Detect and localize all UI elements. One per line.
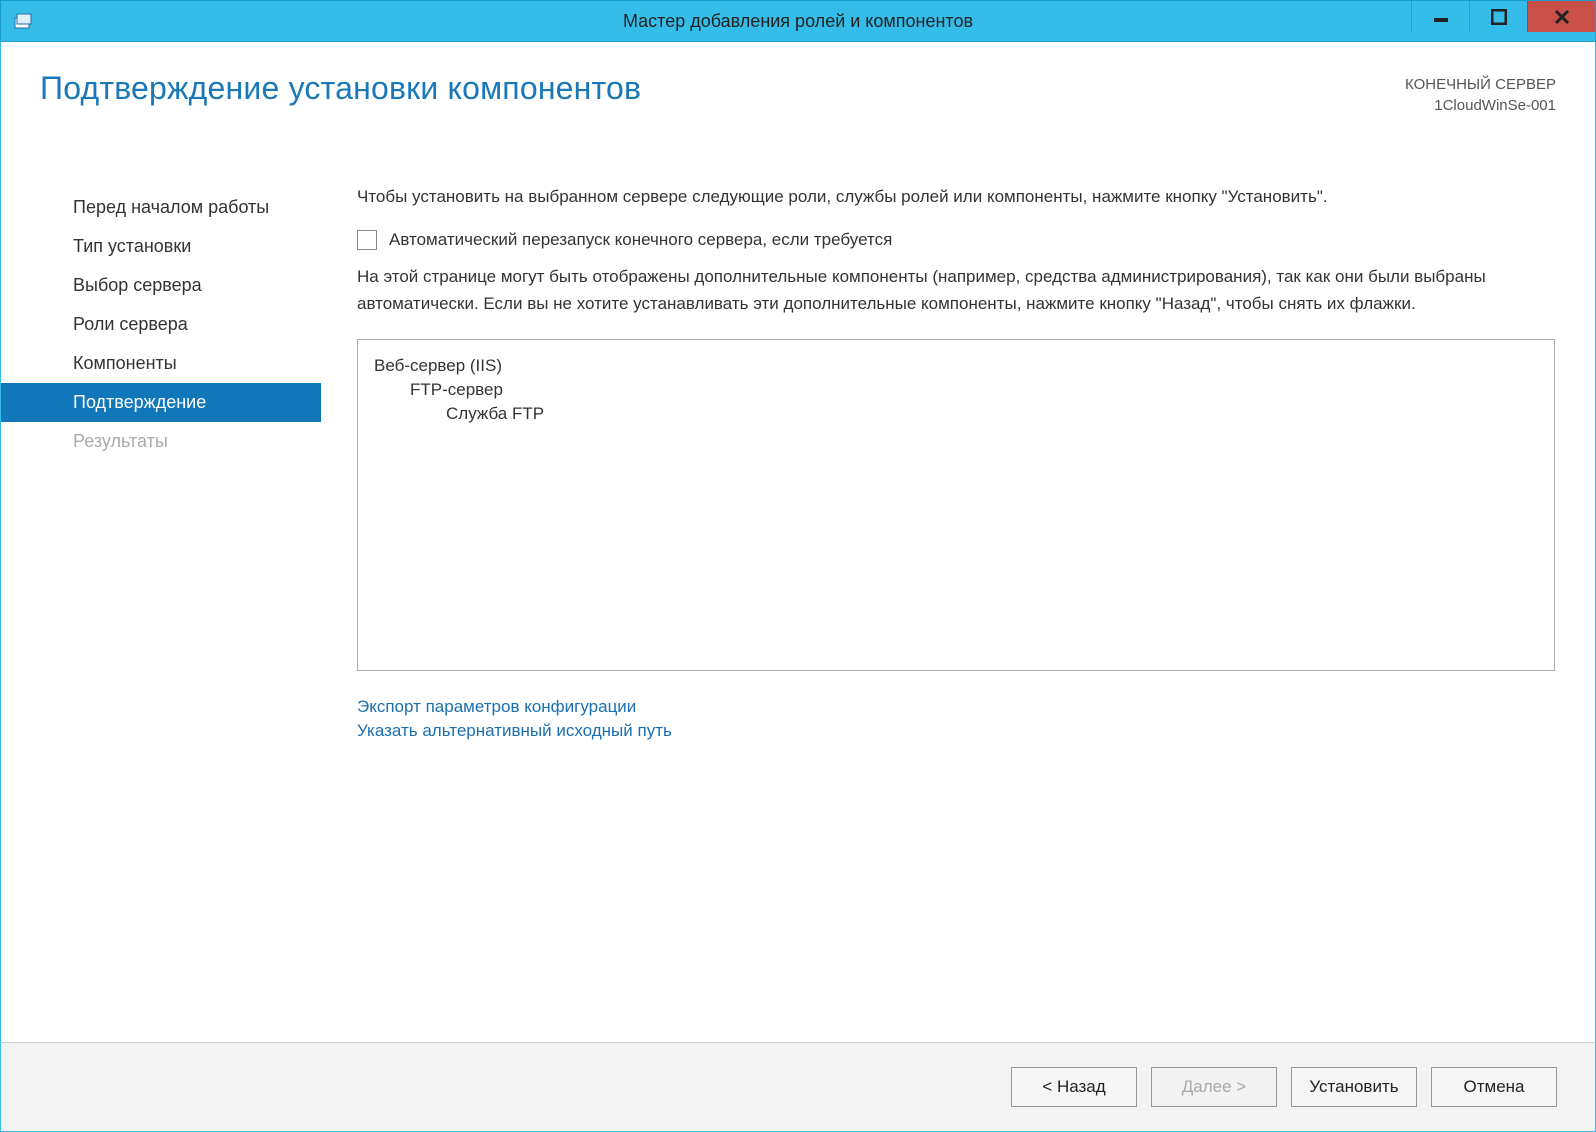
server-name: 1CloudWinSe-001 — [1405, 95, 1556, 116]
note-text: На этой странице могут быть отображены д… — [357, 264, 1555, 317]
feature-item: Веб-сервер (IIS) — [374, 354, 1538, 378]
footer: < Назад Далее > Установить Отмена — [0, 1042, 1596, 1132]
intro-text: Чтобы установить на выбранном сервере сл… — [357, 184, 1555, 210]
nav-before-begin[interactable]: Перед началом работы — [1, 188, 321, 227]
links-area: Экспорт параметров конфигурации Указать … — [357, 695, 1555, 743]
main-panel: Чтобы установить на выбранном сервере сл… — [321, 178, 1595, 1042]
header-area: Подтверждение установки компонентов КОНЕ… — [40, 70, 1556, 116]
cancel-button[interactable]: Отмена — [1431, 1067, 1557, 1107]
restart-checkbox[interactable] — [357, 230, 377, 250]
nav-install-type[interactable]: Тип установки — [1, 227, 321, 266]
next-button: Далее > — [1151, 1067, 1277, 1107]
feature-list[interactable]: Веб-сервер (IIS) FTP-сервер Служба FTP — [357, 339, 1555, 671]
window-title: Мастер добавления ролей и компонентов — [623, 11, 973, 32]
alt-source-link[interactable]: Указать альтернативный исходный путь — [357, 719, 1555, 743]
back-button[interactable]: < Назад — [1011, 1067, 1137, 1107]
sidebar: Перед началом работы Тип установки Выбор… — [1, 178, 321, 1042]
server-label: КОНЕЧНЫЙ СЕРВЕР — [1405, 74, 1556, 95]
nav-server-roles[interactable]: Роли сервера — [1, 305, 321, 344]
restart-checkbox-row: Автоматический перезапуск конечного серв… — [357, 230, 1555, 250]
window-buttons — [1411, 1, 1595, 41]
maximize-button[interactable] — [1469, 1, 1527, 32]
close-button[interactable] — [1527, 1, 1595, 32]
body-area: Перед началом работы Тип установки Выбор… — [1, 178, 1595, 1042]
feature-item: Служба FTP — [374, 402, 1538, 426]
export-config-link[interactable]: Экспорт параметров конфигурации — [357, 695, 1555, 719]
page-title: Подтверждение установки компонентов — [40, 70, 641, 107]
nav-server-select[interactable]: Выбор сервера — [1, 266, 321, 305]
server-info: КОНЕЧНЫЙ СЕРВЕР 1CloudWinSe-001 — [1405, 74, 1556, 116]
nav-confirmation[interactable]: Подтверждение — [1, 383, 321, 422]
nav-features[interactable]: Компоненты — [1, 344, 321, 383]
content-area: Подтверждение установки компонентов КОНЕ… — [0, 42, 1596, 1042]
nav-results: Результаты — [1, 422, 321, 461]
minimize-button[interactable] — [1411, 1, 1469, 32]
feature-item: FTP-сервер — [374, 378, 1538, 402]
install-button[interactable]: Установить — [1291, 1067, 1417, 1107]
titlebar: Мастер добавления ролей и компонентов — [0, 0, 1596, 42]
app-icon — [9, 10, 37, 32]
restart-checkbox-label: Автоматический перезапуск конечного серв… — [389, 230, 892, 250]
